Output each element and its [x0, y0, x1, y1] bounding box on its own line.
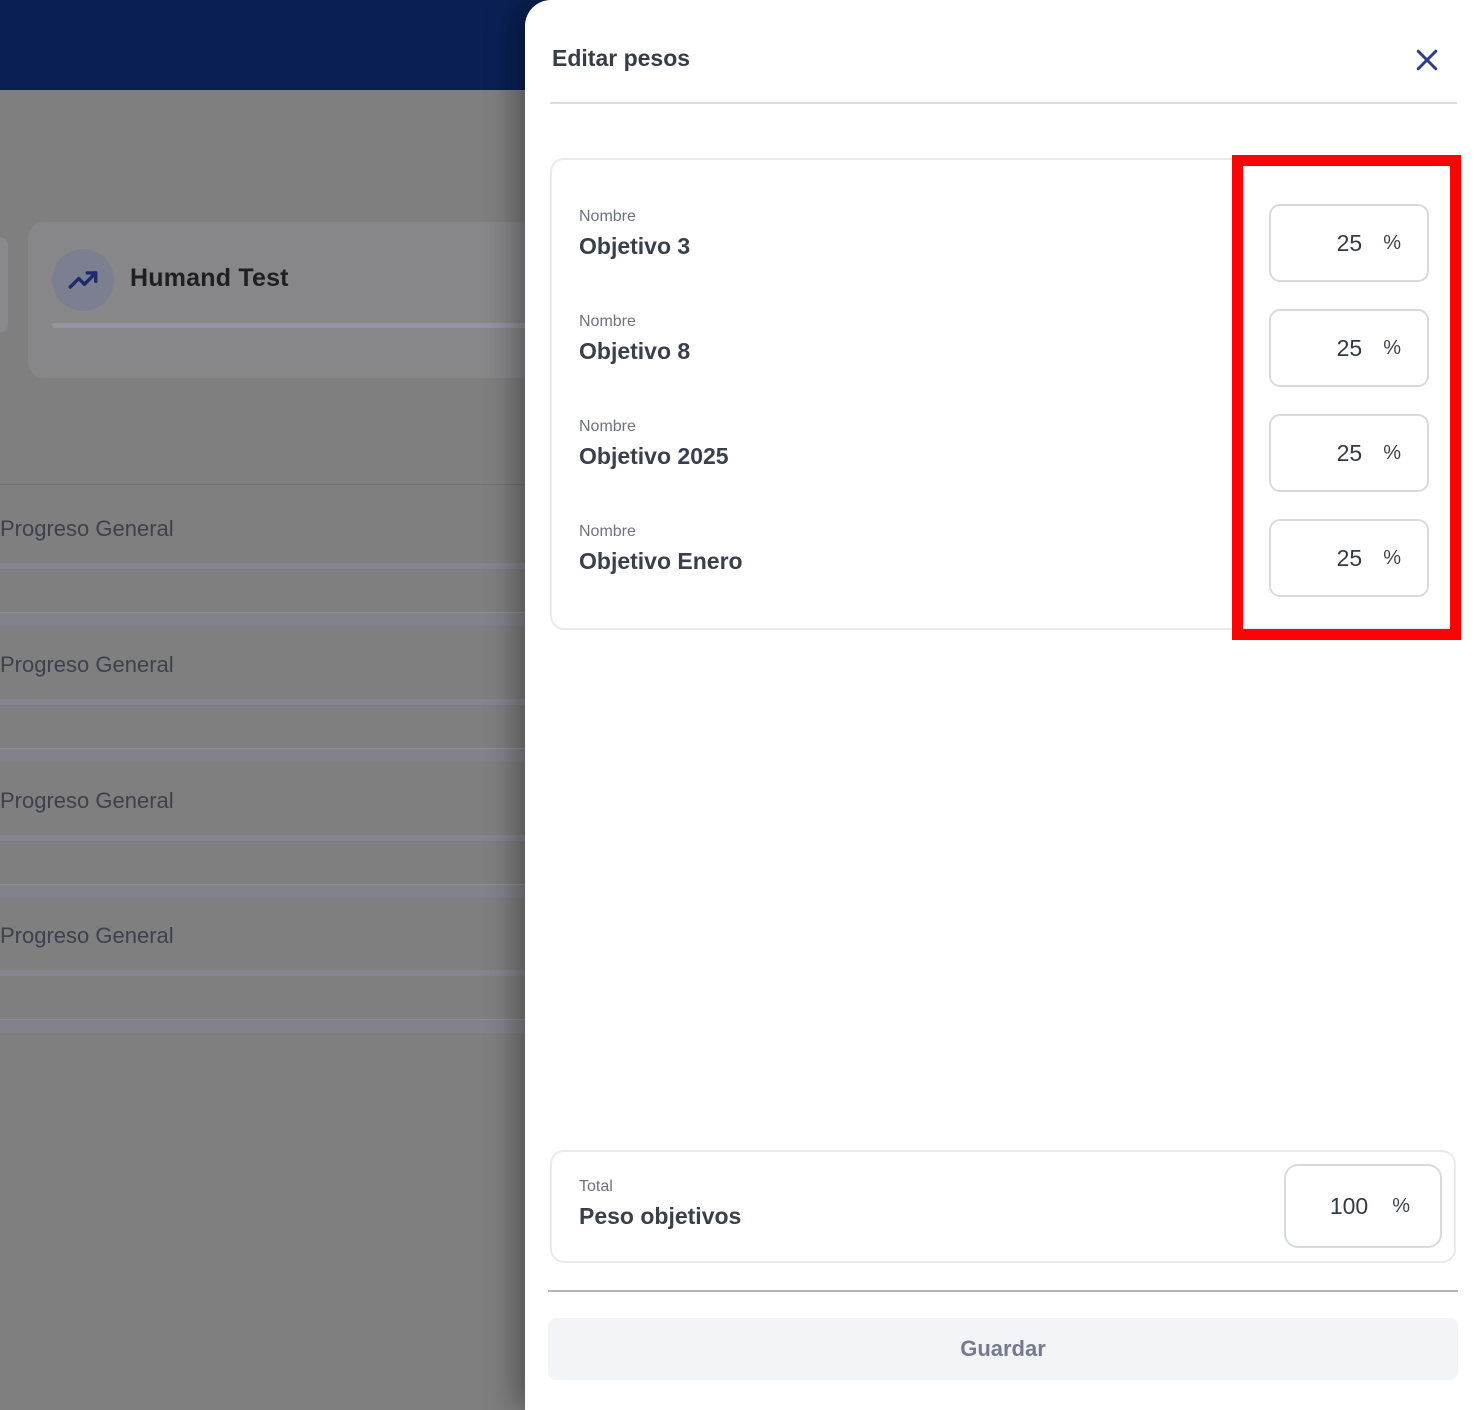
objective-name: Objetivo 2025 [579, 443, 729, 469]
progress-row-label: Progreso General [0, 788, 174, 813]
total-card: Total Peso objetivos 100 % [550, 1150, 1456, 1263]
percent-suffix: % [1383, 336, 1401, 359]
weights-card: Nombre Objetivo 3 25 % Nombre Objetivo 8… [550, 158, 1456, 630]
total-value: 100 [1329, 1192, 1369, 1219]
weight-row: Nombre Objetivo 2025 25 % [552, 414, 1454, 492]
field-label: Nombre [579, 418, 636, 435]
weight-row: Nombre Objetivo 8 25 % [552, 309, 1454, 387]
screen: Humand Test Progreso General Progreso Ge… [0, 0, 1482, 1410]
percent-suffix: % [1392, 1194, 1410, 1217]
weight-percent-input[interactable]: 25 % [1269, 309, 1429, 387]
weight-value: 25 [1336, 439, 1363, 466]
objective-name: Objetivo 3 [579, 233, 691, 259]
field-label: Nombre [579, 313, 636, 330]
total-name: Peso objetivos [579, 1203, 742, 1229]
field-label: Nombre [579, 523, 636, 540]
save-button[interactable]: Guardar [548, 1318, 1458, 1380]
drawer-title: Editar pesos [552, 45, 691, 71]
close-icon [1416, 49, 1438, 71]
weight-row: Nombre Objetivo 3 25 % [552, 204, 1454, 282]
progress-bar-track [0, 699, 525, 705]
progress-bar-track [0, 970, 525, 976]
goal-card-title: Humand Test [130, 264, 289, 292]
weight-percent-input[interactable]: 25 % [1269, 204, 1429, 282]
progress-row-label: Progreso General [0, 923, 174, 948]
weight-value: 25 [1336, 544, 1363, 571]
percent-suffix: % [1383, 441, 1401, 464]
background-divider [0, 484, 525, 485]
progress-row-label: Progreso General [0, 516, 174, 541]
header-divider [550, 102, 1457, 104]
background-card-edge [0, 237, 8, 333]
edit-weights-drawer: Editar pesos Nombre Objetivo 3 25 % Nomb… [525, 0, 1482, 1410]
objective-name: Objetivo 8 [579, 338, 691, 364]
weight-value: 25 [1336, 334, 1363, 361]
trending-up-icon [52, 249, 114, 311]
row-separator-band [0, 884, 525, 898]
row-separator-band [0, 1019, 525, 1033]
weight-percent-input[interactable]: 25 % [1269, 414, 1429, 492]
progress-row-label: Progreso General [0, 652, 174, 677]
total-percent-input[interactable]: 100 % [1284, 1164, 1442, 1248]
footer-divider [548, 1290, 1458, 1292]
objective-name: Objetivo Enero [579, 548, 743, 574]
row-separator-band [0, 748, 525, 762]
progress-bar-track [0, 835, 525, 841]
weight-row: Nombre Objetivo Enero 25 % [552, 519, 1454, 597]
weight-percent-input[interactable]: 25 % [1269, 519, 1429, 597]
weight-value: 25 [1336, 229, 1363, 256]
total-label: Total [579, 1178, 613, 1195]
close-button[interactable] [1409, 42, 1445, 78]
progress-bar-track [0, 563, 525, 569]
percent-suffix: % [1383, 231, 1401, 254]
percent-suffix: % [1383, 546, 1401, 569]
row-separator-band [0, 612, 525, 626]
field-label: Nombre [579, 208, 636, 225]
